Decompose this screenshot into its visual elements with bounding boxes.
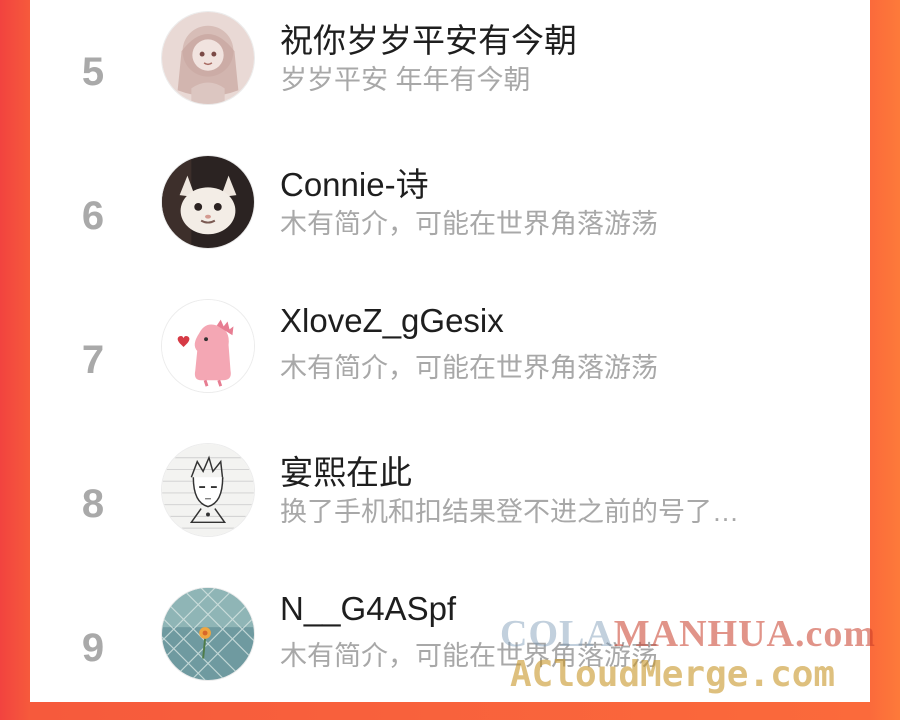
rank-number: 5 — [81, 49, 105, 94]
watermark-acloudmerge: ACloudMerge.com — [510, 654, 836, 695]
rank-number: 6 — [81, 193, 105, 238]
user-name[interactable]: 祝你岁岁平安有今朝 — [280, 14, 577, 62]
user-bio: 木有简介，可能在世界角落游荡 — [280, 209, 658, 239]
list-item[interactable]: 6 Connie-诗 木有简介，可能在世界角落游荡 — [30, 144, 870, 288]
ranking-list: 5 祝你岁岁平安有今朝 岁岁平安 年年有今朝 6 Connie-诗 木有简介，可… — [30, 0, 870, 702]
fence-flower-icon — [162, 588, 254, 680]
user-bio: 换了手机和扣结果登不进之前的号了… — [280, 497, 739, 527]
watermark-manhua: MANHUA.com — [613, 613, 877, 655]
sketch-boy-icon — [162, 444, 254, 536]
cat-icon — [162, 156, 254, 248]
avatar[interactable] — [161, 443, 255, 537]
rank-number: 8 — [81, 481, 105, 526]
rank-number: 9 — [81, 625, 105, 670]
watermark-colamanhua: COLAMANHUA.com — [500, 612, 876, 656]
list-item[interactable]: 5 祝你岁岁平安有今朝 岁岁平安 年年有今朝 — [30, 0, 870, 144]
user-name[interactable]: Connie-诗 — [280, 158, 429, 206]
watermark-cola: COLA — [500, 613, 614, 655]
user-name[interactable]: N__G4ASpf — [280, 590, 456, 628]
anime-girl-icon — [162, 12, 254, 104]
user-bio: 岁岁平安 年年有今朝 — [280, 65, 531, 95]
user-name[interactable]: XloveZ_gGesix — [280, 302, 504, 340]
avatar[interactable] — [161, 11, 255, 105]
user-bio: 木有简介，可能在世界角落游荡 — [280, 353, 658, 383]
user-name[interactable]: 宴熙在此 — [280, 446, 412, 494]
list-item[interactable]: 8 宴熙在此 换了手机和扣结果登不进之前的号了… — [30, 432, 870, 576]
avatar[interactable] — [161, 299, 255, 393]
avatar[interactable] — [161, 587, 255, 681]
avatar[interactable] — [161, 155, 255, 249]
pink-dinosaur-icon — [162, 300, 254, 392]
rank-number: 7 — [81, 337, 105, 382]
list-item[interactable]: 7 XloveZ_gGesix 木有简介，可能在世界角落游荡 — [30, 288, 870, 432]
